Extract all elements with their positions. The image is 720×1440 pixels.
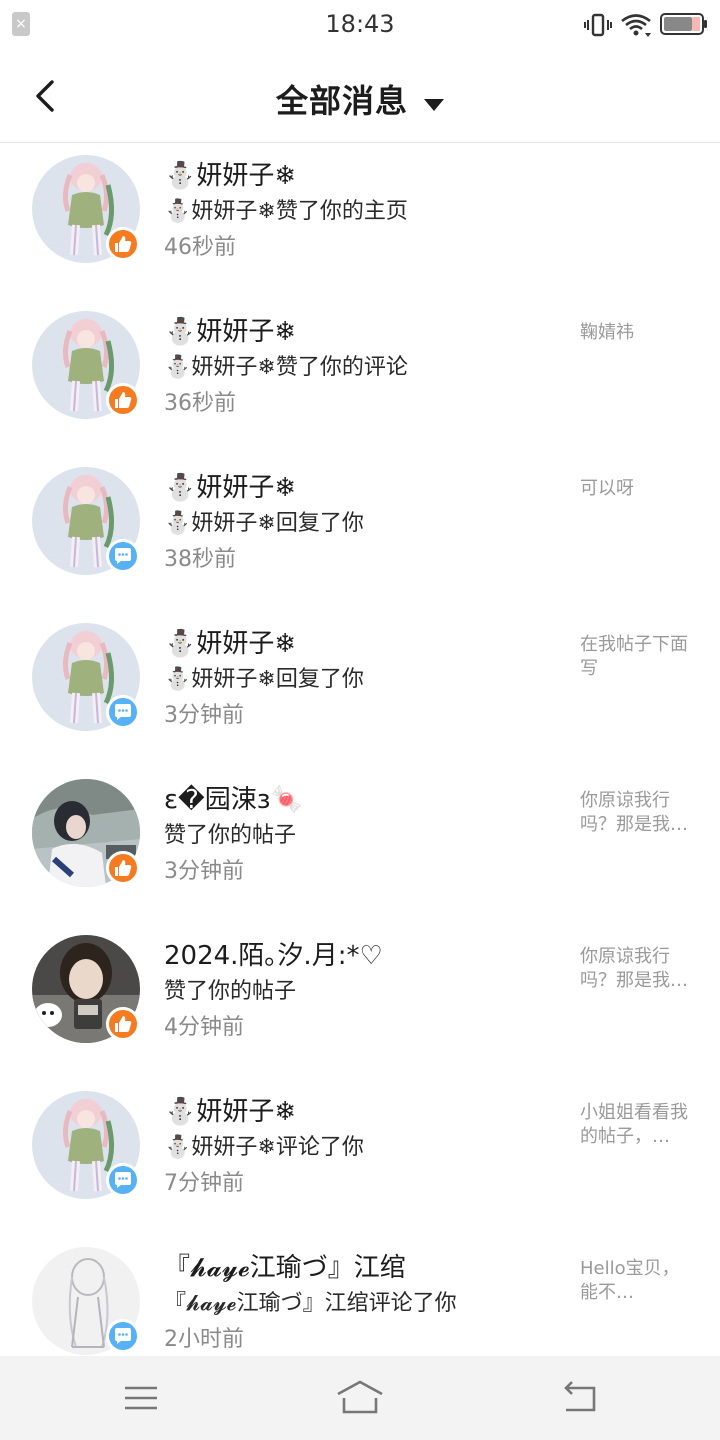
- comment-badge-icon: [106, 539, 140, 573]
- header: 全部消息: [0, 52, 720, 143]
- message-action: 赞了你的帖子: [164, 979, 297, 1004]
- like-badge-icon: [106, 851, 140, 885]
- sender-name[interactable]: ⛄妍妍子❄: [164, 311, 296, 348]
- message-preview: 你原谅我行吗？那是我…: [580, 946, 688, 991]
- sender-name[interactable]: ⛄妍妍子❄: [164, 467, 296, 504]
- comment-badge-icon: [106, 1319, 140, 1353]
- like-badge-icon: [106, 227, 140, 261]
- message-list[interactable]: ⛄妍妍子❄ ⛄妍妍子❄赞了你的主页 46秒前 ⛄妍妍子❄ ⛄妍妍子❄赞了你的评论 36秒前…: [0, 143, 720, 1356]
- message-action: ⛄妍妍子❄回复了你: [164, 667, 364, 692]
- message-item[interactable]: 『𝓱𝓪𝔂𝓮江瑜づ』江绾『𝓱𝓪𝔂𝓮江瑜づ』江绾评论了你 2小时前 Hello宝贝，能不…: [0, 1247, 720, 1356]
- dropdown-caret-icon: [424, 98, 444, 111]
- message-time: 46秒前: [164, 235, 236, 260]
- message-action: 『𝓱𝓪𝔂𝓮江瑜づ』江绾评论了你: [164, 1291, 457, 1316]
- status-time: 18:43: [325, 10, 395, 38]
- message-action: ⛄妍妍子❄回复了你: [164, 511, 364, 536]
- navigation-bar: [0, 1356, 720, 1440]
- like-badge-icon: [106, 1007, 140, 1041]
- sender-name[interactable]: ⛄妍妍子❄: [164, 1091, 296, 1128]
- message-item[interactable]: 2024.陌｡汐.月:*♡ 赞了你的帖子 4分钟前 你原谅我行吗？那是我…: [0, 935, 720, 1091]
- message-item[interactable]: ⛄妍妍子❄ ⛄妍妍子❄回复了你 3分钟前 在我帖子下面写: [0, 623, 720, 779]
- message-preview: 小姐姐看看我的帖子，…: [580, 1102, 688, 1147]
- message-preview: 鞠婧祎: [580, 322, 634, 343]
- message-preview: 可以呀: [580, 478, 634, 499]
- message-time: 36秒前: [164, 391, 236, 416]
- message-action: 赞了你的帖子: [164, 823, 297, 848]
- message-item[interactable]: ε�园涑з🍬 赞了你的帖子 3分钟前 你原谅我行吗？那是我…: [0, 779, 720, 935]
- comment-badge-icon: [106, 695, 140, 729]
- home-icon[interactable]: [336, 1378, 384, 1418]
- sender-name[interactable]: ⛄妍妍子❄: [164, 623, 296, 660]
- sender-name[interactable]: ε�园涑з🍬: [164, 779, 303, 816]
- wifi-icon: [621, 14, 651, 37]
- message-action: ⛄妍妍子❄评论了你: [164, 1135, 364, 1160]
- message-preview: Hello宝贝，能不…: [580, 1258, 680, 1303]
- sender-name[interactable]: ⛄妍妍子❄: [164, 155, 296, 192]
- message-time: 7分钟前: [164, 1171, 244, 1196]
- like-badge-icon: [106, 383, 140, 417]
- vibrate-icon: [584, 13, 612, 37]
- status-bar: × 18:43: [0, 0, 720, 52]
- message-item[interactable]: ⛄妍妍子❄ ⛄妍妍子❄赞了你的主页 46秒前: [0, 155, 720, 311]
- message-time: 2小时前: [164, 1327, 244, 1352]
- back-nav-icon[interactable]: [560, 1378, 600, 1418]
- message-action: ⛄妍妍子❄赞了你的主页: [164, 199, 408, 224]
- title-dropdown[interactable]: 全部消息: [0, 76, 720, 122]
- menu-icon[interactable]: [121, 1378, 161, 1418]
- message-preview: 你原谅我行吗？那是我…: [580, 790, 688, 835]
- message-time: 4分钟前: [164, 1015, 244, 1040]
- message-item[interactable]: ⛄妍妍子❄ ⛄妍妍子❄赞了你的评论 36秒前 鞠婧祎: [0, 311, 720, 467]
- message-time: 3分钟前: [164, 703, 244, 728]
- sender-name[interactable]: 『𝓱𝓪𝔂𝓮江瑜づ』江绾: [164, 1247, 406, 1284]
- comment-badge-icon: [106, 1163, 140, 1197]
- message-time: 3分钟前: [164, 859, 244, 884]
- message-preview: 在我帖子下面写: [580, 634, 688, 679]
- battery-icon: [660, 13, 707, 35]
- message-time: 38秒前: [164, 547, 236, 572]
- page-title: 全部消息: [275, 82, 408, 120]
- message-item[interactable]: ⛄妍妍子❄ ⛄妍妍子❄回复了你 38秒前 可以呀: [0, 467, 720, 623]
- message-action: ⛄妍妍子❄赞了你的评论: [164, 355, 408, 380]
- message-item[interactable]: ⛄妍妍子❄ ⛄妍妍子❄评论了你 7分钟前 小姐姐看看我的帖子，…: [0, 1091, 720, 1247]
- sender-name[interactable]: 2024.陌｡汐.月:*♡: [164, 935, 383, 972]
